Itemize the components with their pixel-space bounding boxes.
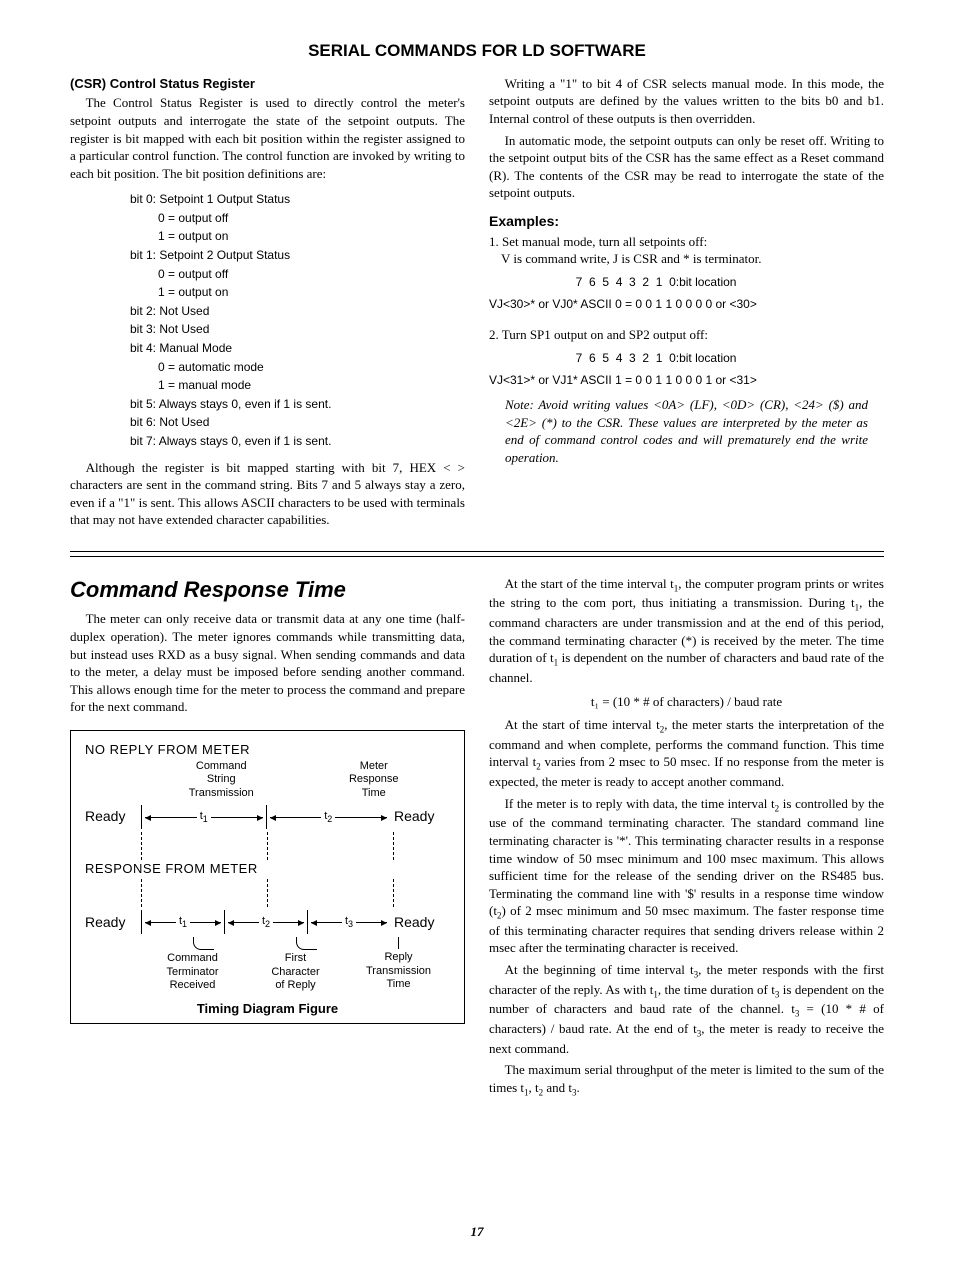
- csr-after: Although the register is bit mapped star…: [70, 459, 465, 529]
- ex1-note: V is command write, J is CSR and * is te…: [501, 250, 884, 268]
- crt-title: Command Response Time: [70, 575, 465, 605]
- right-col-bottom: At the start of the time interval t1, th…: [489, 575, 884, 1103]
- dg-ready-l1: Ready: [85, 807, 141, 826]
- bit4: bit 4: Manual Mode: [130, 339, 465, 358]
- crt-rp5: The maximum serial throughput of the met…: [489, 1061, 884, 1098]
- dg-ready-r2: Ready: [390, 913, 450, 932]
- dg-lab-b: Meter Response Time: [298, 760, 451, 800]
- rule-thin: [70, 556, 884, 557]
- left-col-bottom: Command Response Time The meter can only…: [70, 575, 465, 1103]
- bit-list: bit 0: Setpoint 1 Output Status 0 = outp…: [130, 190, 465, 450]
- bit6: bit 6: Not Used: [130, 413, 465, 432]
- crt-formula: t₁ = (10 * # of characters) / baud rate: [489, 693, 884, 711]
- bit0: bit 0: Setpoint 1 Output Status: [130, 190, 465, 209]
- right-col-top: Writing a "1" to bit 4 of CSR selects ma…: [489, 75, 884, 533]
- dg-row1: Ready t1 t2 Ready: [85, 802, 450, 832]
- crt-p1: The meter can only receive data or trans…: [70, 610, 465, 715]
- bit2: bit 2: Not Used: [130, 302, 465, 321]
- bit1-s0: 0 = output off: [158, 265, 465, 284]
- bit7: bit 7: Always stays 0, even if 1 is sent…: [130, 432, 465, 451]
- page-number: 17: [70, 1223, 884, 1241]
- bit1: bit 1: Setpoint 2 Output Status: [130, 246, 465, 265]
- dg-head2: RESPONSE FROM METER: [85, 860, 450, 878]
- crt-rp2: At the start of time interval t2, the me…: [489, 716, 884, 791]
- dg-ready-l2: Ready: [85, 913, 141, 932]
- dg-row2: Ready t1 t2 t3 Ready: [85, 907, 450, 937]
- bit4-s0: 0 = automatic mode: [158, 358, 465, 377]
- crt-rp1: At the start of the time interval t1, th…: [489, 575, 884, 687]
- crt-rp4: At the beginning of time interval t3, th…: [489, 961, 884, 1057]
- bottom-columns: Command Response Time The meter can only…: [70, 575, 884, 1103]
- left-col-top: (CSR) Control Status Register The Contro…: [70, 75, 465, 533]
- dg-head1: NO REPLY FROM METER: [85, 741, 450, 759]
- right-p2: In automatic mode, the setpoint outputs …: [489, 132, 884, 202]
- top-columns: (CSR) Control Status Register The Contro…: [70, 75, 884, 533]
- right-p1: Writing a "1" to bit 4 of CSR selects ma…: [489, 75, 884, 128]
- dg-ready-r1: Ready: [390, 807, 450, 826]
- ex2-row: VJ<31>* or VJ1* ASCII 1 = 0 0 1 1 0 0 0 …: [489, 372, 884, 388]
- bit1-s1: 1 = output on: [158, 283, 465, 302]
- examples-heading: Examples:: [489, 212, 884, 231]
- ex2-header: 7 6 5 4 3 2 1 0:bit location: [489, 350, 884, 366]
- bit4-s1: 1 = manual mode: [158, 376, 465, 395]
- dg-top-labels: Command String Transmission Meter Respon…: [145, 760, 450, 800]
- page-main-title: SERIAL COMMANDS FOR LD SOFTWARE: [70, 40, 884, 63]
- csr-heading: (CSR) Control Status Register: [70, 75, 465, 93]
- rule-top: [70, 551, 884, 552]
- timing-diagram: NO REPLY FROM METER Command String Trans…: [70, 730, 465, 1025]
- bit3: bit 3: Not Used: [130, 320, 465, 339]
- bit0-s1: 1 = output on: [158, 227, 465, 246]
- ex2-desc: 2. Turn SP1 output on and SP2 output off…: [489, 326, 884, 344]
- dg-caption: Timing Diagram Figure: [85, 1000, 450, 1018]
- bit5: bit 5: Always stays 0, even if 1 is sent…: [130, 395, 465, 414]
- bit0-s0: 0 = output off: [158, 209, 465, 228]
- dg-lab-a: Command String Transmission: [145, 760, 298, 800]
- crt-rp3: If the meter is to reply with data, the …: [489, 795, 884, 957]
- csr-intro: The Control Status Register is used to d…: [70, 94, 465, 182]
- ex1-desc: 1. Set manual mode, turn all setpoints o…: [489, 233, 884, 251]
- ex1-row: VJ<30>* or VJ0* ASCII 0 = 0 0 1 1 0 0 0 …: [489, 296, 884, 312]
- dg-bottom-labels: Command Terminator Received First Charac…: [141, 937, 450, 992]
- ex1-header: 7 6 5 4 3 2 1 0:bit location: [489, 274, 884, 290]
- csr-note: Note: Avoid writing values <0A> (LF), <0…: [505, 396, 868, 466]
